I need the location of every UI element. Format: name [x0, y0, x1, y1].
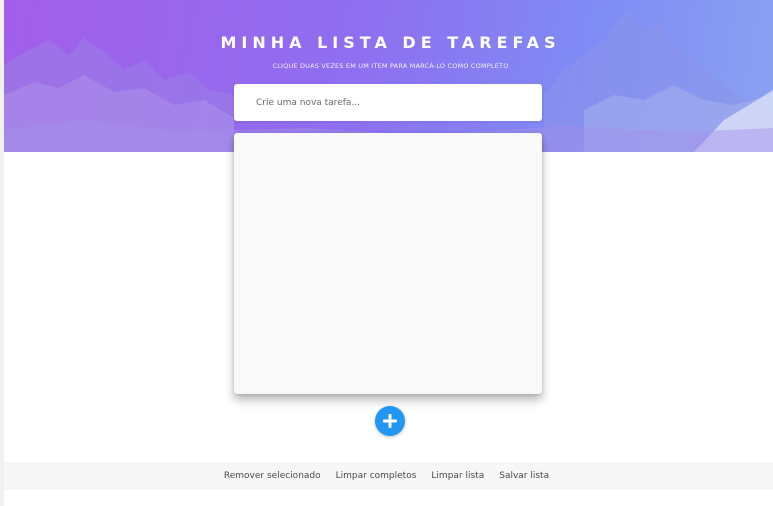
- plus-icon: [383, 414, 397, 428]
- clear-list-button[interactable]: Limpar lista: [431, 471, 484, 481]
- page: MINHA LISTA DE TAREFAS CLIQUE DUAS VEZES…: [0, 0, 773, 506]
- mountain-background-image: [4, 10, 773, 152]
- page-subtitle: CLIQUE DUAS VEZES EM UM ITEM PARA MARCÁ-…: [272, 62, 509, 70]
- footer-actions: Remover selecionado Limpar completos Lim…: [0, 462, 773, 490]
- add-task-button[interactable]: [375, 406, 405, 436]
- task-list[interactable]: [234, 133, 542, 394]
- remove-selected-button[interactable]: Remover selecionado: [224, 471, 321, 481]
- save-list-button[interactable]: Salvar lista: [499, 471, 549, 481]
- clear-completed-button[interactable]: Limpar completos: [336, 471, 417, 481]
- page-title: MINHA LISTA DE TAREFAS: [220, 33, 561, 52]
- header-banner: MINHA LISTA DE TAREFAS CLIQUE DUAS VEZES…: [4, 0, 773, 152]
- new-task-input[interactable]: [234, 84, 542, 121]
